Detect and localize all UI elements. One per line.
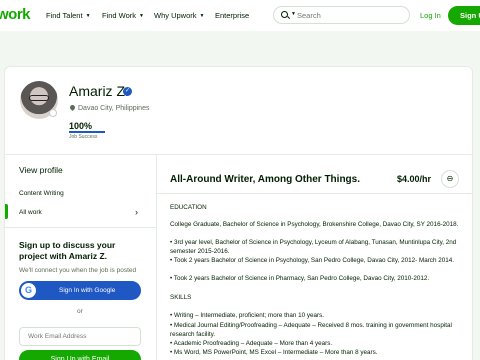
login-link[interactable]: Log In <box>420 11 441 20</box>
profile-card: Amariz Z. ✓ Davao City, Philippines 100%… <box>4 66 473 360</box>
verified-icon: ✓ <box>123 87 132 96</box>
nav-find-talent-label: Find Talent <box>46 11 83 20</box>
nav-find-work-label: Find Work <box>102 11 137 20</box>
hourly-rate: $4.00/hr <box>397 174 432 184</box>
view-profile-heading: View profile <box>19 165 63 175</box>
nav-find-work[interactable]: Find Work ▼ <box>102 11 144 20</box>
chevron-down-icon: ▼ <box>199 13 205 19</box>
signup-prompt-subtitle: We'll connect you when the job is posted <box>19 267 137 274</box>
search-box[interactable]: ▼ <box>273 6 410 24</box>
divider <box>5 227 156 228</box>
google-signin-button[interactable]: G Sign In with Google <box>19 281 141 300</box>
search-icon <box>281 11 288 18</box>
nav-enterprise-label: Enterprise <box>215 11 250 20</box>
signup-button[interactable]: Sign Up <box>448 6 480 25</box>
job-success-score: 100% <box>69 121 93 131</box>
divider <box>157 193 472 194</box>
email-field[interactable] <box>19 327 141 346</box>
top-nav: work Find Talent ▼ Find Work ▼ Why Upwork ▼… <box>0 0 480 31</box>
location-text: Davao City, Philippines <box>78 105 150 112</box>
search-input[interactable] <box>297 9 405 21</box>
description-line: • Ms Word, MS PowerPoint, MS Excel – Int… <box>170 349 378 356</box>
profile-location: Davao City, Philippines <box>68 103 150 112</box>
description-line: College Graduate, Bachelor of Science in… <box>170 221 459 228</box>
description-line: • Academic Proofreading – Adequate – Mor… <box>170 340 333 347</box>
chevron-down-icon: ▼ <box>85 13 91 19</box>
nav-find-talent[interactable]: Find Talent ▼ <box>46 11 91 20</box>
location-pin-icon <box>68 103 77 112</box>
divider <box>5 154 472 155</box>
description-line: • Took 2 years Bachelor of Science in Ph… <box>170 275 430 282</box>
online-status-dot <box>49 109 57 117</box>
active-indicator <box>5 204 8 219</box>
google-icon: G <box>21 283 36 298</box>
description-line: • Writing – Intermediate, proficient; mo… <box>170 312 324 319</box>
description-line: • Took 2 years Bachelor of Science in Ps… <box>170 257 454 264</box>
chevron-down-icon: ▼ <box>139 13 144 19</box>
job-success-bar <box>69 131 105 133</box>
signup-email-button[interactable]: Sign Up with Email <box>19 350 141 360</box>
job-success-label: Job Success <box>69 134 98 140</box>
copy-link-button[interactable]: ⊖ <box>441 170 459 188</box>
nav-why-upwork[interactable]: Why Upwork ▼ <box>154 11 204 20</box>
chevron-right-icon[interactable]: › <box>135 207 138 217</box>
link-icon: ⊖ <box>446 174 454 183</box>
or-separator: or <box>77 308 83 315</box>
upwork-logo[interactable]: work <box>0 6 31 23</box>
profile-title: All-Around Writer, Among Other Things. <box>170 174 360 185</box>
description-line: • Medical Journal Editing/Proofreading –… <box>170 322 452 338</box>
chevron-down-icon[interactable]: ▼ <box>291 11 296 17</box>
profile-name: Amariz Z. <box>69 83 129 99</box>
description-line: EDUCATION <box>170 204 207 211</box>
description-line: • 3rd year level, Bachelor of Science in… <box>170 239 457 255</box>
job-success-bar-fill <box>69 131 105 133</box>
signup-prompt-title: Sign up to discuss your project with Ama… <box>19 240 116 261</box>
description-line: SKILLS <box>170 294 192 301</box>
sidebar-item-content-writing[interactable]: Content Writing <box>19 190 64 197</box>
nav-enterprise[interactable]: Enterprise <box>215 11 249 20</box>
divider <box>156 155 157 360</box>
sidebar-item-all-work[interactable]: All work <box>19 209 42 216</box>
nav-why-upwork-label: Why Upwork <box>154 11 197 20</box>
google-signin-label: Sign In with Google <box>59 287 116 294</box>
avatar-glasses <box>29 95 49 101</box>
